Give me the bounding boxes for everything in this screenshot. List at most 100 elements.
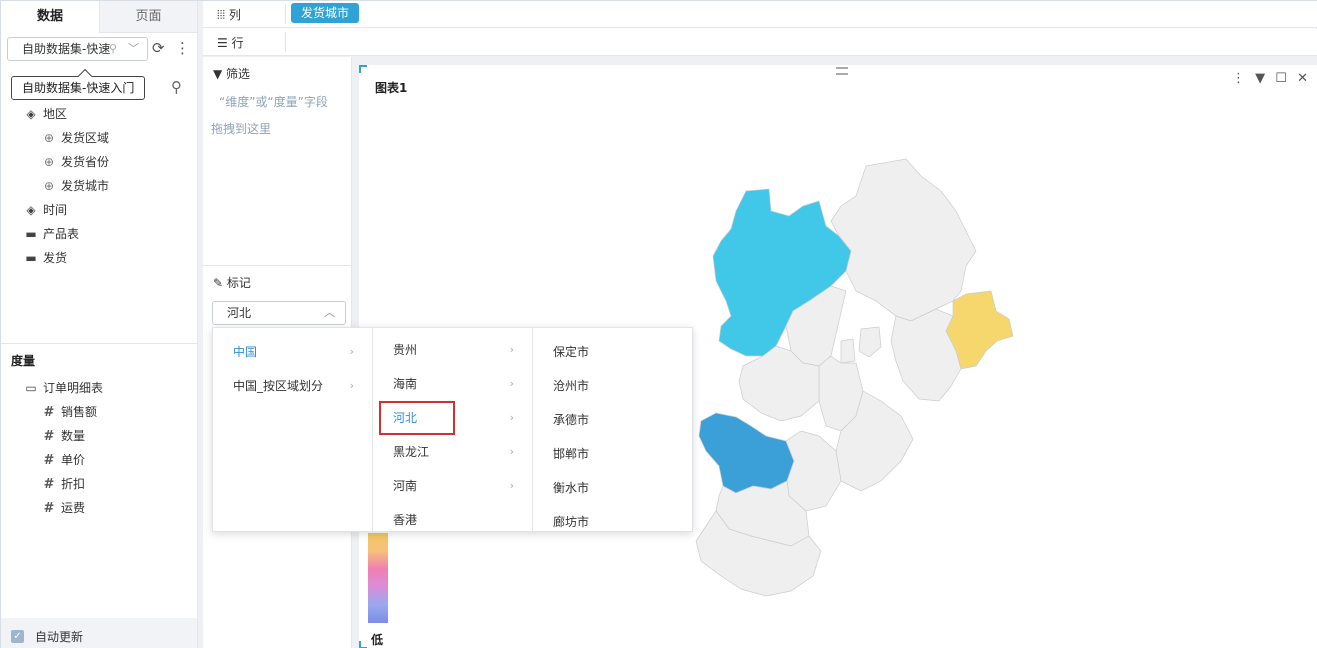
shelf-band [203,56,1317,65]
dropdown-item-hainan[interactable]: 海南 › [373,372,532,396]
globe-icon: ⊕ [43,179,55,193]
map-region[interactable] [785,430,842,512]
tree-item-label: 运费 [61,501,86,515]
dropdown-column-province: 贵州 › 海南 › 河北 › 黑龙江 › 河南 › 香港 [373,328,533,531]
hash-icon: # [43,501,55,516]
tree-item-label: 地区 [43,107,68,121]
dropdown-item-label: 河南 [393,479,418,493]
folder-open-icon: ▭ [25,381,37,395]
filter-hint-line2: 拖拽到这里 [211,122,272,136]
search-icon[interactable]: ⚲ [171,78,182,96]
tree-item-label: 产品表 [43,227,80,241]
dropdown-item-label: 香港 [393,513,418,527]
tab-page[interactable]: 页面 [99,1,197,33]
tree-item-label: 折扣 [61,477,86,491]
resize-corner[interactable] [359,65,367,73]
panel-tabs: 数据 页面 [1,1,197,33]
tree-item-region[interactable]: ◈ 地区 [23,104,67,124]
hebei-map [695,158,1014,597]
tree-item-ship-area[interactable]: ⊕ 发货区域 [41,128,109,148]
mark-select-value: 河北 [227,306,252,320]
chevron-down-icon: ﹀ [128,42,139,55]
chart-toolbar: ⋮ ▼ ☐ ✕ [1226,71,1308,86]
tree-item-label: 销售额 [61,405,98,419]
chart-title: 图表1 [375,81,408,95]
dropdown-item-guizhou[interactable]: 贵州 › [373,338,532,362]
dataset-select[interactable]: 自助数据集-快速 ⚲ ﹀ [7,37,148,61]
dataset-select-label: 自助数据集-快速 [22,42,111,56]
tree-item-freight[interactable]: # 运费 [41,498,85,518]
dropdown-item-hengshui[interactable]: 衡水市 [533,476,692,500]
maximize-icon[interactable]: ☐ [1275,71,1287,86]
tree-item-label: 数量 [61,429,86,443]
auto-update-checkbox[interactable]: ✓ [11,630,24,643]
tree-item-ship[interactable]: ▬ 发货 [23,248,67,268]
divider [285,4,286,24]
selection-highlight-box [379,401,455,435]
more-vertical-icon[interactable]: ⋮ [1232,71,1245,86]
divider [203,265,352,266]
globe-icon: ⊕ [43,155,55,169]
dropdown-item-heilongjiang[interactable]: 黑龙江 › [373,440,532,464]
data-panel: 数据 页面 自助数据集-快速 ⚲ ﹀ ⟳ ⋮ 自助数据集-快速入门 ⚲ ◈ 地区 … [1,1,198,648]
refresh-icon[interactable]: ⟳ [152,39,165,57]
tree-item-label: 发货区域 [61,131,110,145]
dropdown-item-cangzhou[interactable]: 沧州市 [533,374,692,398]
filter-icon[interactable]: ▼ [1255,71,1265,86]
map-region[interactable] [840,338,856,364]
chevron-right-icon: › [349,345,354,358]
tree-item-label: 订单明细表 [43,381,104,395]
row-shelf: ☰ 行 [203,29,1317,56]
tree-item-discount[interactable]: # 折扣 [41,474,85,494]
row-shelf-label: ☰ 行 [217,36,244,50]
globe-icon: ⊕ [43,131,55,145]
column-shelf: ⦙⦙⦙ 列 发货城市 [203,1,1317,28]
folder-icon: ▬ [25,251,37,265]
map-region[interactable] [698,412,795,494]
dropdown-item-china[interactable]: 中国 › [213,340,372,364]
tree-item-quantity[interactable]: # 数量 [41,426,85,446]
tree-item-label: 时间 [43,203,68,217]
filter-hint-line1: “维度”或“度量”字段 [219,95,328,109]
dropdown-item-hongkong[interactable]: 香港 [373,508,532,531]
dropdown-item-label: 中国 [233,345,258,359]
legend-low-label: 低 [371,633,384,647]
tree-item-unit-price[interactable]: # 单价 [41,450,85,470]
tree-item-product[interactable]: ▬ 产品表 [23,224,79,244]
drag-handle-icon[interactable] [836,67,848,75]
dropdown-item-baoding[interactable]: 保定市 [533,340,692,364]
dropdown-item-hebei[interactable]: 河北 › [373,401,532,435]
color-legend-bar [368,533,388,623]
dropdown-item-chengde[interactable]: 承德市 [533,408,692,432]
pin-icon: ✎ [213,276,227,290]
dataset-tooltip: 自助数据集-快速入门 [11,76,146,100]
tree-item-sales[interactable]: # 销售额 [41,402,97,422]
tree-item-ship-city[interactable]: ⊕ 发货城市 [41,176,109,196]
resize-corner[interactable] [359,641,367,648]
column-shelf-label: ⦙⦙⦙ 列 [217,8,241,22]
search-icon: ⚲ [108,42,117,55]
map-region[interactable] [830,158,977,322]
tree-item-time[interactable]: ◈ 时间 [23,200,67,220]
tree-item-ship-province[interactable]: ⊕ 发货省份 [41,152,109,172]
dropdown-item-langfang[interactable]: 廊坊市 [533,510,692,531]
chevron-up-icon: ︿ [324,306,335,319]
tree-item-label: 发货省份 [61,155,110,169]
mark-select[interactable]: 河北 ︿ [212,301,346,325]
dropdown-item-handan[interactable]: 邯郸市 [533,442,692,466]
map-region[interactable] [858,326,882,358]
app-window: 数据 页面 自助数据集-快速 ⚲ ﹀ ⟳ ⋮ 自助数据集-快速入门 ⚲ ◈ 地区 … [0,0,1317,648]
tree-item-order-detail[interactable]: ▭ 订单明细表 [23,378,103,398]
tree-item-label: 发货城市 [61,179,110,193]
ship-city-chip[interactable]: 发货城市 [291,3,360,23]
chevron-right-icon: › [509,445,514,458]
dropdown-item-henan[interactable]: 河南 › [373,474,532,498]
auto-update-label: 自动更新 [35,630,84,644]
more-vertical-icon[interactable]: ⋮ [175,39,190,57]
chevron-right-icon: › [509,377,514,390]
dropdown-item-china-by-area[interactable]: 中国_按区域划分 › [213,374,372,398]
filter-title: ▼ 筛选 [213,67,251,81]
close-icon[interactable]: ✕ [1297,71,1308,86]
tab-data[interactable]: 数据 [1,1,99,33]
filter-drop-zone[interactable]: “维度”或“度量”字段 拖拽到这里 [211,89,351,143]
